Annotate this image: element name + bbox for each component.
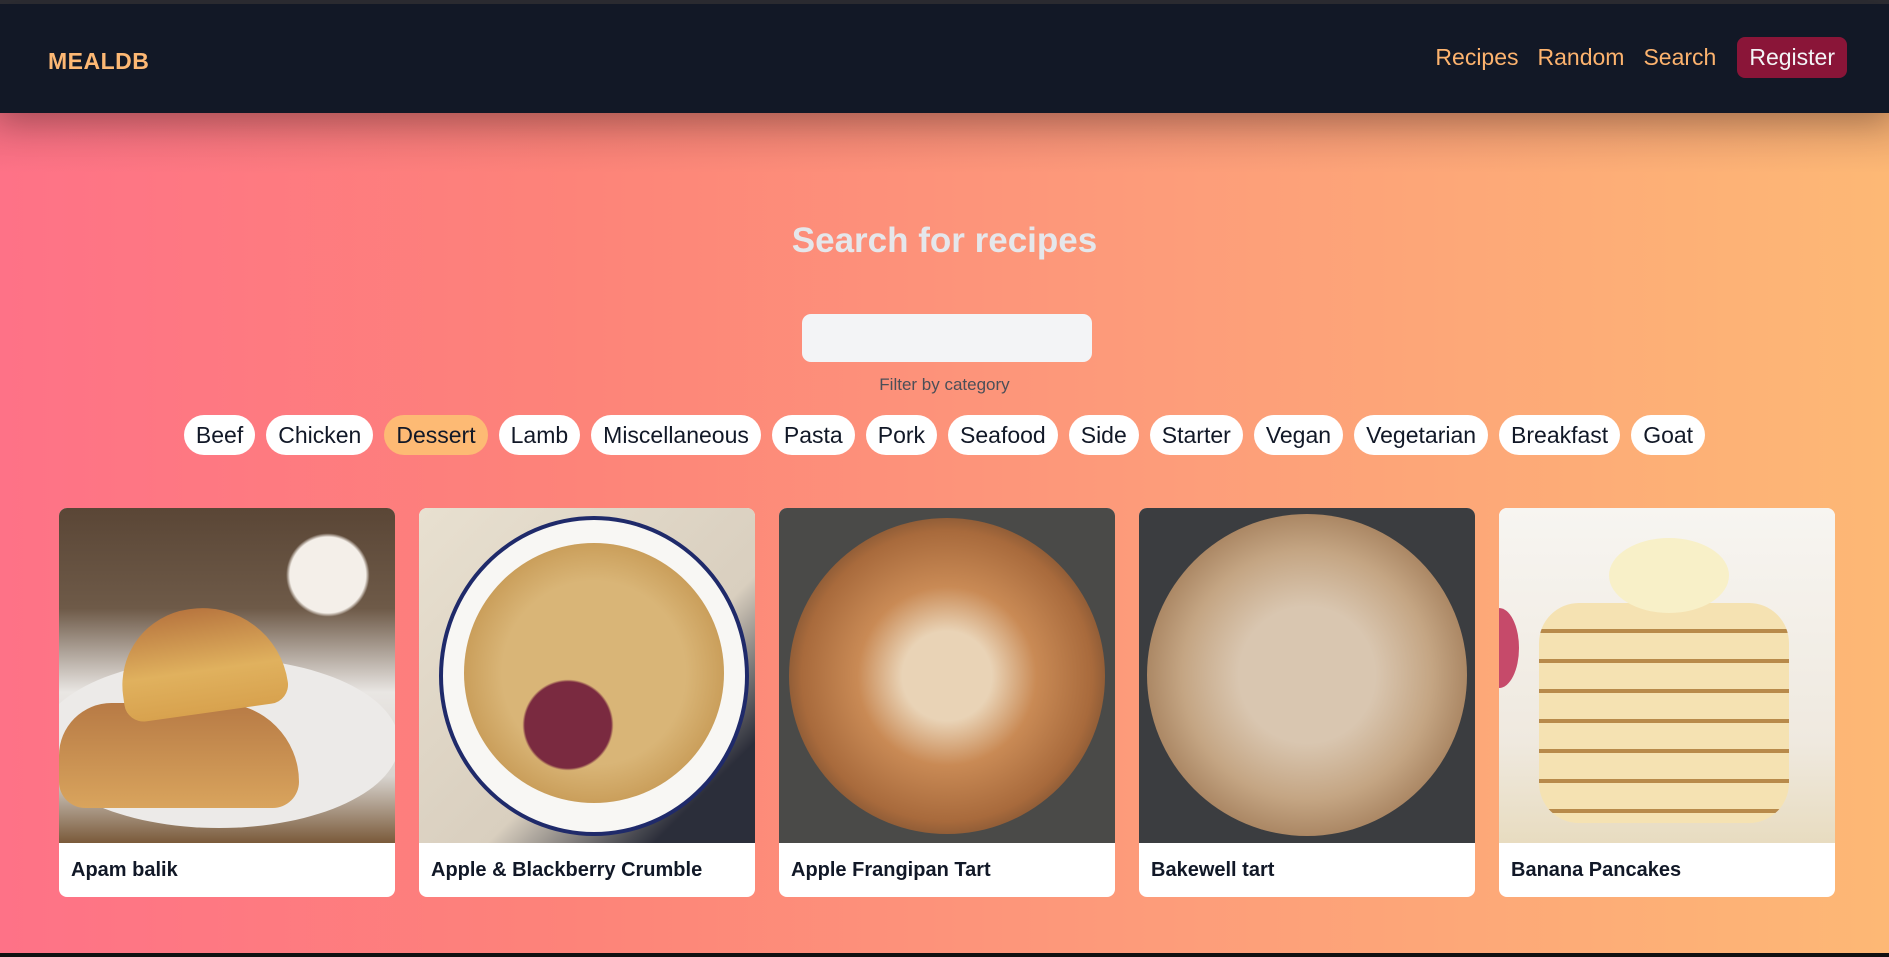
nav-link-search[interactable]: Search (1643, 44, 1716, 71)
page-title: Search for recipes (791, 221, 1098, 260)
recipe-card[interactable]: Apple & Blackberry Crumble (419, 508, 755, 897)
category-pill-vegetarian[interactable]: Vegetarian (1354, 415, 1489, 455)
category-pill-beef[interactable]: Beef (183, 415, 256, 455)
berry-shape (1499, 608, 1519, 688)
category-pill-pasta[interactable]: Pasta (771, 415, 855, 455)
category-pill-miscellaneous[interactable]: Miscellaneous (591, 415, 761, 455)
category-pill-breakfast[interactable]: Breakfast (1499, 415, 1621, 455)
recipe-title[interactable]: Apam balik (59, 843, 395, 897)
filter-label: Filter by category (879, 375, 1010, 394)
category-pill-starter[interactable]: Starter (1149, 415, 1243, 455)
recipe-title[interactable]: Apple Frangipan Tart (779, 843, 1115, 897)
navbar: MEALDB Recipes Random Search Register (0, 4, 1889, 113)
recipe-image-crumble[interactable] (419, 508, 755, 843)
category-pill-lamb[interactable]: Lamb (498, 415, 581, 455)
main-content: Search for recipes Filter by category Be… (0, 113, 1889, 953)
nav-link-recipes[interactable]: Recipes (1435, 44, 1518, 71)
register-button[interactable]: Register (1737, 37, 1847, 78)
recipe-title[interactable]: Apple & Blackberry Crumble (419, 843, 755, 897)
crumble-shape (464, 543, 724, 803)
recipe-card[interactable]: Bakewell tart (1139, 508, 1475, 897)
recipe-image-apam-balik[interactable] (59, 508, 395, 843)
banana-shape (1609, 538, 1729, 613)
category-filter-list: Beef Chicken Dessert Lamb Miscellaneous … (0, 415, 1889, 455)
recipe-card[interactable]: Apple Frangipan Tart (779, 508, 1115, 897)
pancake-shape (59, 703, 299, 808)
window-bottom-border (0, 953, 1889, 957)
nav-link-random[interactable]: Random (1538, 44, 1625, 71)
recipe-image-banana-pancakes[interactable] (1499, 508, 1835, 843)
recipe-image-frangipan-tart[interactable] (779, 508, 1115, 843)
recipe-image-bakewell-tart[interactable] (1139, 508, 1475, 843)
category-pill-pork[interactable]: Pork (865, 415, 938, 455)
tart-shape (1147, 514, 1467, 836)
brand-logo[interactable]: MEALDB (48, 48, 149, 75)
recipe-grid: Apam balik Apple & Blackberry Crumble Ap… (59, 508, 1835, 897)
category-pill-side[interactable]: Side (1068, 415, 1139, 455)
nav-links: Recipes Random Search Register (1416, 37, 1847, 78)
category-pill-goat[interactable]: Goat (1631, 415, 1706, 455)
recipe-card[interactable]: Banana Pancakes (1499, 508, 1835, 897)
search-input[interactable] (802, 314, 1092, 362)
recipe-title[interactable]: Bakewell tart (1139, 843, 1475, 897)
recipe-title[interactable]: Banana Pancakes (1499, 843, 1835, 897)
category-pill-seafood[interactable]: Seafood (948, 415, 1058, 455)
category-pill-chicken[interactable]: Chicken (266, 415, 374, 455)
pancake-stack-shape (1539, 603, 1789, 823)
recipe-card[interactable]: Apam balik (59, 508, 395, 897)
category-pill-vegan[interactable]: Vegan (1253, 415, 1344, 455)
category-pill-dessert[interactable]: Dessert (384, 415, 488, 455)
tart-shape (789, 518, 1105, 834)
